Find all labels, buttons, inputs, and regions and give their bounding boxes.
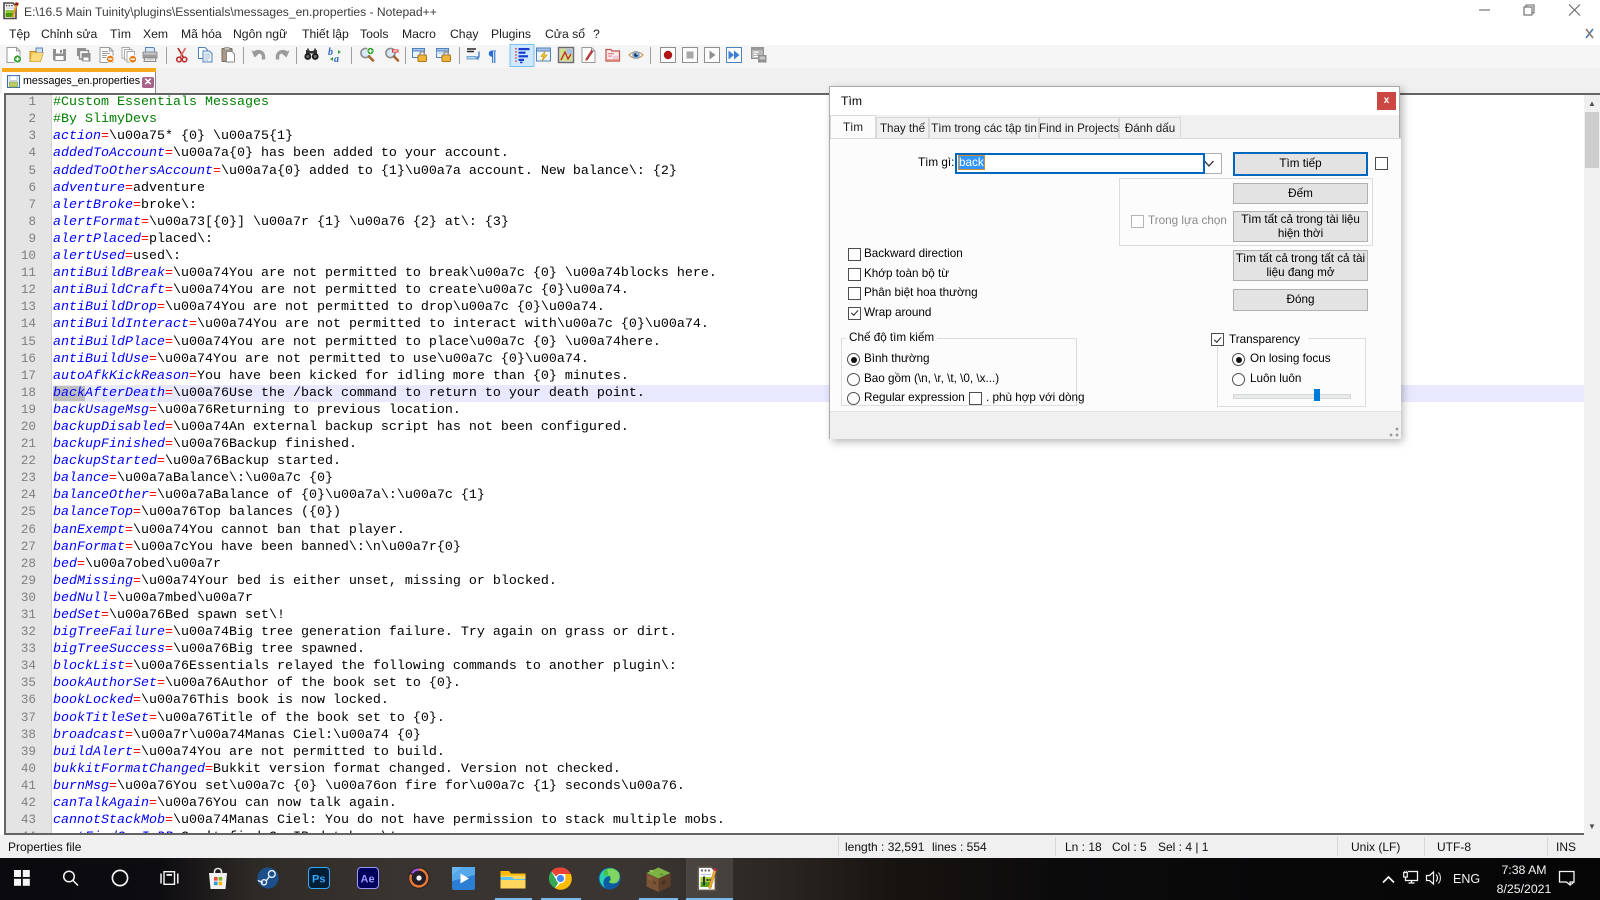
svg-text:8/25/2021: 8/25/2021 [1497,882,1552,896]
svg-text:Ps: Ps [312,874,325,886]
svg-text:ENG: ENG [1453,872,1480,886]
svg-text:a: a [334,54,339,65]
svg-text:Ae: Ae [361,874,375,886]
svg-text:b: b [328,47,333,58]
svg-text:7:38 AM: 7:38 AM [1501,863,1546,877]
svg-text:¶: ¶ [488,48,497,65]
